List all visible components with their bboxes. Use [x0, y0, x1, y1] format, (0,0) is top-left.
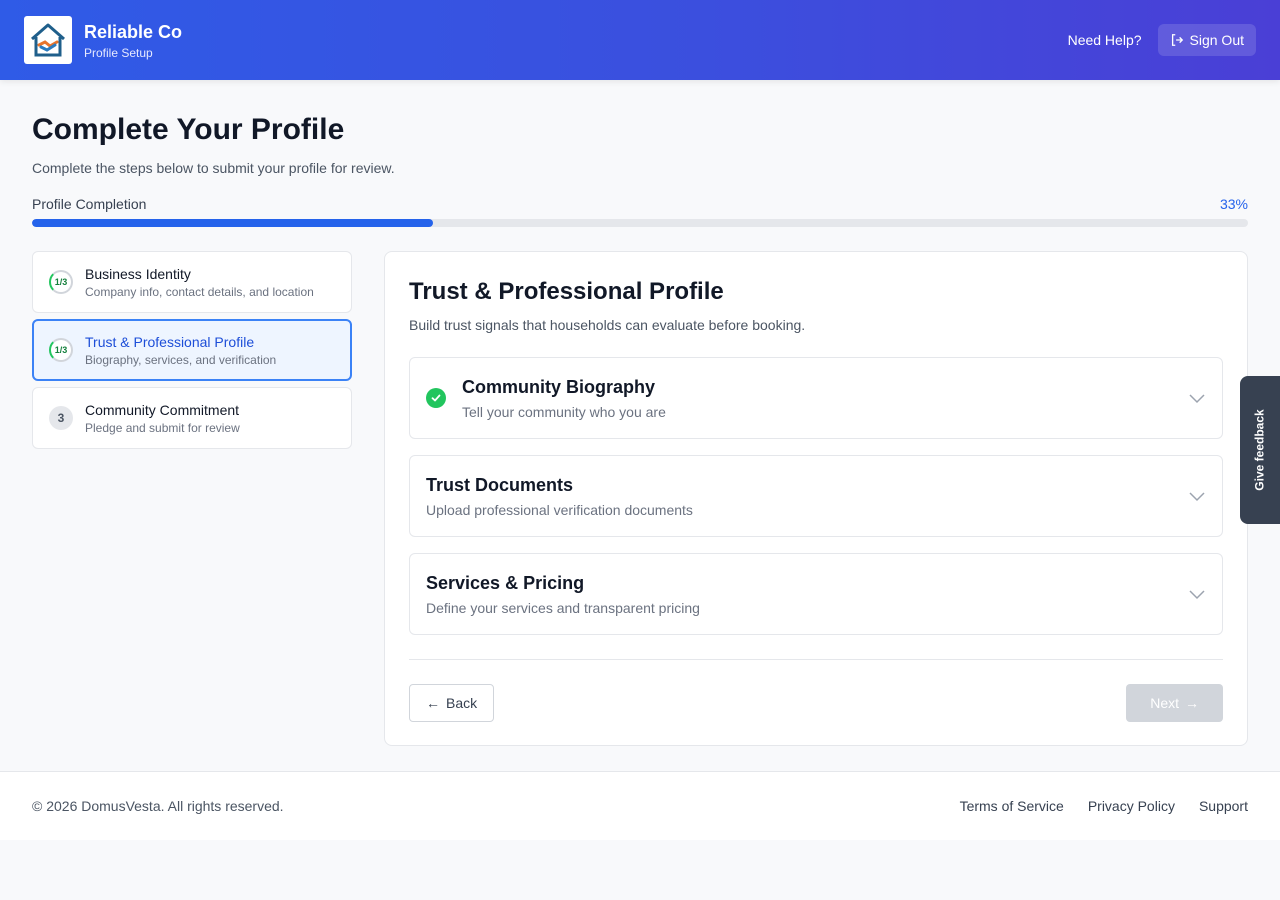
progress-fill — [32, 219, 434, 227]
step-title: Business Identity — [85, 265, 191, 282]
divider — [409, 659, 1223, 660]
chevron-down-icon[interactable] — [1188, 389, 1206, 407]
feedback-label: Give feedback — [1253, 409, 1267, 491]
company-logo — [24, 16, 72, 64]
panel-title: Trust & Professional Profile — [409, 278, 724, 305]
step-progress-ring: 1/3 — [49, 338, 73, 362]
panel-subtitle: Build trust signals that households can … — [409, 317, 806, 333]
terms-link[interactable]: Terms of Service — [960, 798, 1064, 814]
step-title: Trust & Professional Profile — [85, 333, 255, 350]
brand: Reliable Co Profile Setup — [24, 16, 182, 64]
back-label: Back — [446, 695, 478, 711]
page-title: Complete Your Profile — [32, 113, 345, 146]
section-services-pricing[interactable]: Services & Pricing Define your services … — [409, 553, 1223, 635]
step-desc: Pledge and submit for review — [85, 420, 240, 435]
arrow-left-icon: ← — [426, 695, 440, 711]
arrow-right-icon: → — [1185, 695, 1199, 711]
privacy-link[interactable]: Privacy Policy — [1088, 798, 1175, 814]
section-title: Services & Pricing — [426, 572, 585, 593]
section-desc: Upload professional verification documen… — [426, 501, 693, 518]
progress-label: Profile Completion — [32, 196, 147, 212]
section-title: Community Biography — [462, 376, 656, 397]
copyright: © 2026 DomusVesta. All rights reserved. — [32, 798, 284, 814]
step-desc: Company info, contact details, and locat… — [85, 284, 314, 299]
chevron-down-icon[interactable] — [1188, 487, 1206, 505]
step-community-commitment[interactable]: 3 Community Commitment Pledge and submit… — [32, 387, 352, 449]
step-progress-ring: 1/3 — [49, 270, 73, 294]
main-content: Complete Your Profile Complete the steps… — [0, 80, 1280, 771]
section-desc: Tell your community who you are — [462, 403, 666, 420]
next-button[interactable]: Next → — [1126, 684, 1223, 722]
sign-out-icon — [1171, 34, 1183, 46]
step-list: 1/3 Business Identity Company info, cont… — [32, 251, 352, 746]
section-community-biography[interactable]: Community Biography Tell your community … — [409, 357, 1223, 439]
step-trust-professional-profile[interactable]: 1/3 Trust & Professional Profile Biograp… — [32, 319, 352, 381]
give-feedback-tab[interactable]: Give feedback — [1240, 376, 1280, 524]
need-help-link[interactable]: Need Help? — [1068, 32, 1142, 48]
sign-out-label: Sign Out — [1189, 32, 1244, 48]
progress-bar — [32, 219, 1248, 227]
section-desc: Define your services and transparent pri… — [426, 599, 700, 616]
back-button[interactable]: ← Back — [409, 684, 495, 722]
house-handshake-icon — [31, 23, 65, 57]
chevron-down-icon[interactable] — [1188, 585, 1206, 603]
sign-out-button[interactable]: Sign Out — [1157, 24, 1256, 56]
page-subtitle: Complete the steps below to submit your … — [32, 160, 395, 176]
section-title: Trust Documents — [426, 474, 574, 495]
step-desc: Biography, services, and verification — [85, 352, 277, 367]
next-label: Next — [1150, 695, 1179, 711]
top-header: Reliable Co Profile Setup Need Help? Sig… — [0, 0, 1280, 80]
progress-percent: 33% — [1219, 196, 1248, 212]
step-business-identity[interactable]: 1/3 Business Identity Company info, cont… — [32, 251, 352, 313]
step-title: Community Commitment — [85, 401, 240, 418]
brand-name: Reliable Co — [84, 21, 183, 42]
brand-subtitle: Profile Setup — [84, 45, 153, 60]
step-number: 3 — [49, 406, 73, 430]
step-panel: Trust & Professional Profile Build trust… — [384, 251, 1248, 746]
footer: © 2026 DomusVesta. All rights reserved. … — [0, 771, 1280, 840]
support-link[interactable]: Support — [1199, 798, 1248, 814]
section-trust-documents[interactable]: Trust Documents Upload professional veri… — [409, 455, 1223, 537]
check-circle-icon — [426, 388, 446, 408]
